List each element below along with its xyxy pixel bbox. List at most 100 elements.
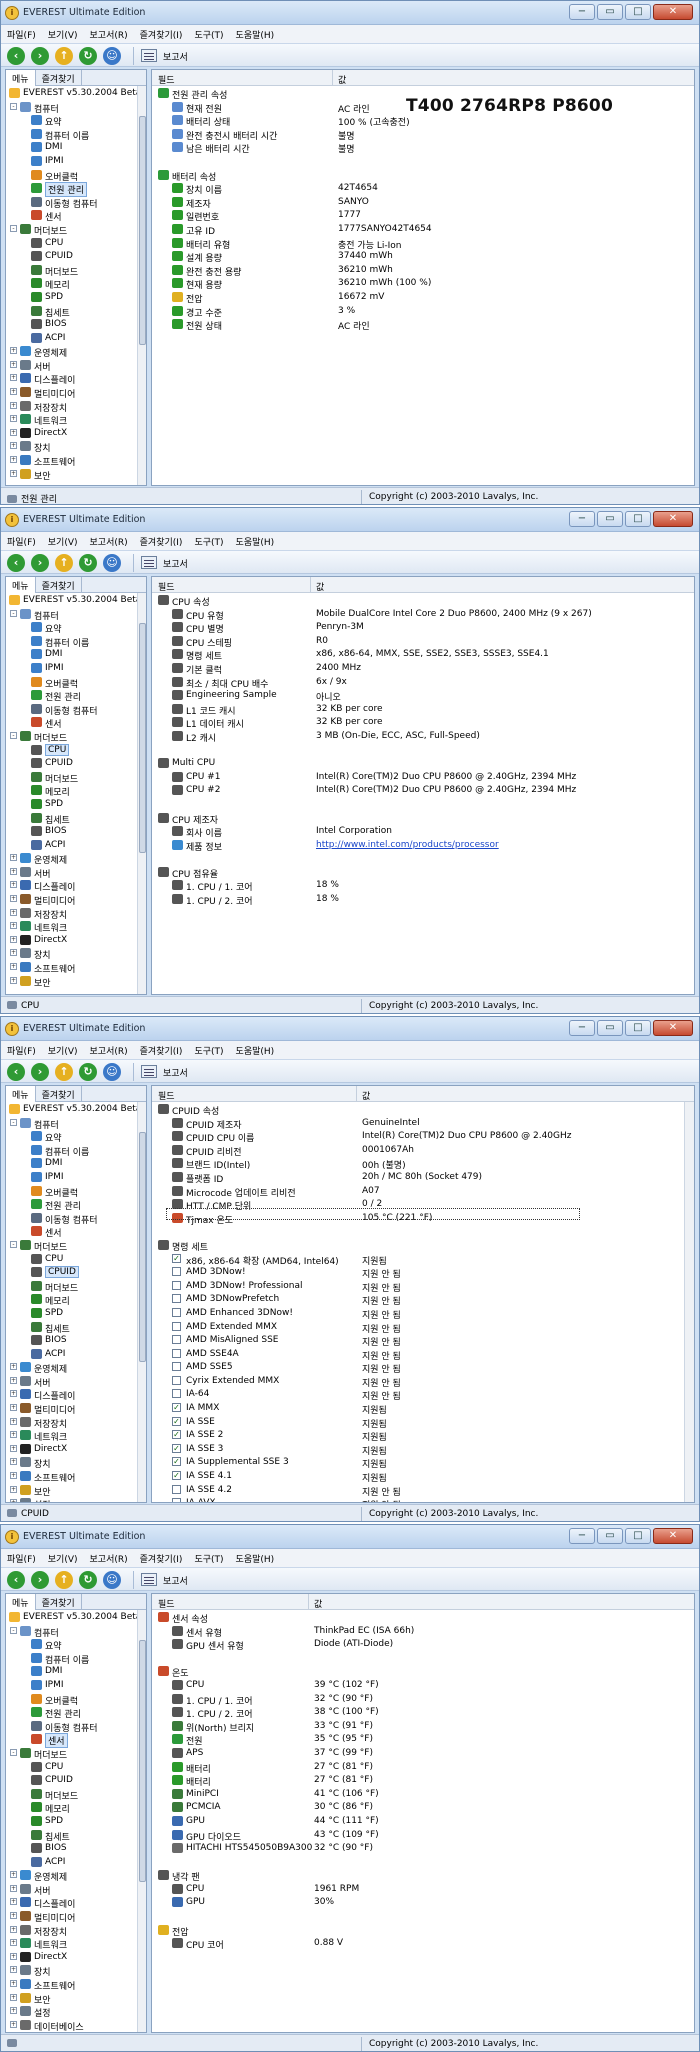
tree-item[interactable]: 칩세트 <box>6 1828 146 1843</box>
property-row[interactable]: 최소 / 최대 CPU 배수 6x / 9x <box>152 675 694 690</box>
property-row[interactable]: 센서 유형 ThinkPad EC (ISA 66h) <box>152 1624 694 1639</box>
tree-item[interactable]: + 소프트웨어 <box>6 1977 146 1992</box>
property-row[interactable]: CPU 유형 Mobile DualCore Intel Core 2 Duo P… <box>152 607 694 622</box>
tree-item[interactable]: 메모리 <box>6 1292 146 1307</box>
forward-icon[interactable]: › <box>31 47 49 65</box>
tree-item[interactable]: 컴퓨터 이름 <box>6 1143 146 1158</box>
tree-scrollbar-thumb[interactable] <box>139 1132 146 1362</box>
tree-item[interactable]: CPU <box>6 1760 146 1774</box>
collapse-icon[interactable]: - <box>10 1626 17 1634</box>
property-row[interactable]: 배터리 27 °C (81 °F) <box>152 1773 694 1788</box>
property-row[interactable]: Cyrix Extended MMX 지원 안 됨 <box>152 1374 694 1389</box>
tree-item[interactable]: - 머더보드 <box>6 729 146 744</box>
section-header[interactable]: CPU 속성 <box>152 593 694 608</box>
tree-item[interactable]: - 컴퓨터 <box>6 1116 146 1131</box>
section-header[interactable]: 센서 속성 <box>152 1610 694 1625</box>
tree-item[interactable]: BIOS <box>6 1841 146 1855</box>
expand-icon[interactable]: + <box>10 963 17 971</box>
property-row[interactable]: AMD SSE5 지원 안 됨 <box>152 1360 694 1375</box>
property-row[interactable]: CPU #1 Intel(R) Core(TM)2 Duo CPU P8600 @… <box>152 770 694 784</box>
property-row[interactable]: ✓ x86, x86-64 확장 (AMD64, Intel64) 지원됨 <box>152 1252 694 1267</box>
expand-icon[interactable]: + <box>10 1499 17 1502</box>
expand-icon[interactable]: + <box>10 469 17 477</box>
menu-item[interactable]: 파일(F) <box>1 1041 42 1059</box>
up-icon[interactable]: ↑ <box>55 47 73 65</box>
column-divider[interactable] <box>308 1594 309 1610</box>
property-row[interactable]: IA SSE 4.2 지원 안 됨 <box>152 1483 694 1498</box>
property-row[interactable]: GPU 30% <box>152 1895 694 1909</box>
expand-icon[interactable]: + <box>10 1952 17 1960</box>
tree-item[interactable]: + 저장장치 <box>6 1923 146 1938</box>
property-row[interactable]: ✓ IA SSE 3 지원됨 <box>152 1442 694 1457</box>
tree-item[interactable]: + 보안 <box>6 467 146 482</box>
maximize-icon[interactable]: □ <box>625 1528 651 1544</box>
tree-item[interactable]: EVEREST v5.30.2004 Beta <box>6 593 146 607</box>
property-row[interactable]: CPU 스테핑 R0 <box>152 634 694 649</box>
property-row[interactable]: 1. CPU / 2. 코어 18 % <box>152 892 694 907</box>
property-row[interactable]: 기본 클럭 2400 MHz <box>152 661 694 676</box>
tree-item[interactable]: SPD <box>6 290 146 304</box>
tab-menu[interactable]: 메뉴 <box>6 1086 36 1102</box>
property-row[interactable]: 현재 용량 36210 mWh (100 %) <box>152 276 694 291</box>
tree-scrollbar[interactable] <box>137 593 146 994</box>
column-header-field[interactable]: 필드 <box>158 73 175 86</box>
tree-scrollbar-thumb[interactable] <box>139 623 146 854</box>
expand-icon[interactable]: + <box>10 1485 17 1493</box>
menu-item[interactable]: 파일(F) <box>1 532 42 550</box>
tab-menu[interactable]: 메뉴 <box>6 70 36 86</box>
tree-item[interactable]: 이동형 컴퓨터 <box>6 1719 146 1734</box>
menu-item[interactable]: 보기(V) <box>42 532 84 550</box>
up-icon[interactable]: ↑ <box>55 1571 73 1589</box>
column-divider[interactable] <box>310 577 311 593</box>
property-row[interactable]: CPU #2 Intel(R) Core(TM)2 Duo CPU P8600 @… <box>152 783 694 797</box>
property-row[interactable]: CPU 1961 RPM <box>152 1882 694 1896</box>
tree-item[interactable]: + 디스플레이 <box>6 371 146 386</box>
tree-item[interactable]: + 보안 <box>6 1991 146 2006</box>
expand-icon[interactable]: + <box>10 456 17 464</box>
tree-item[interactable]: DMI <box>6 1156 146 1170</box>
expand-icon[interactable]: + <box>10 1912 17 1920</box>
tab-menu[interactable]: 메뉴 <box>6 1594 36 1610</box>
property-row[interactable]: 배터리 유형 충전 가능 Li-Ion <box>152 236 694 251</box>
expand-icon[interactable]: + <box>10 415 17 423</box>
property-row[interactable]: 위(North) 브리지 33 °C (91 °F) <box>152 1719 694 1734</box>
expand-icon[interactable]: + <box>10 1472 17 1480</box>
section-header[interactable]: Multi CPU <box>152 756 694 770</box>
property-row[interactable]: 명령 세트 x86, x86-64, MMX, SSE, SSE2, SSE3, … <box>152 647 694 662</box>
property-row[interactable]: IA AVX 지원 안 됨 <box>152 1496 694 1502</box>
minimize-icon[interactable]: − <box>569 511 595 527</box>
property-row[interactable]: AMD Extended MMX 지원 안 됨 <box>152 1320 694 1335</box>
tree-item[interactable]: 컴퓨터 이름 <box>6 634 146 649</box>
tree-item[interactable]: + 서버 <box>6 1882 146 1897</box>
menu-item[interactable]: 파일(F) <box>1 25 42 43</box>
tree-item[interactable]: BIOS <box>6 1333 146 1347</box>
expand-icon[interactable]: + <box>10 949 17 957</box>
tree-item[interactable]: + 멀티미디어 <box>6 385 146 400</box>
tab-favorites[interactable]: 즐겨찾기 <box>36 1594 82 1609</box>
tree-item[interactable]: + 저장장치 <box>6 1415 146 1430</box>
tree-item[interactable]: 머더보드 <box>6 1787 146 1802</box>
menu-item[interactable]: 도구(T) <box>188 532 229 550</box>
property-row[interactable]: Microcode 업데이트 리비전 A07 <box>152 1184 694 1199</box>
expand-icon[interactable]: + <box>10 388 17 396</box>
section-header[interactable]: 전압 <box>152 1923 694 1938</box>
tree-item[interactable]: IPMI <box>6 1678 146 1692</box>
collapse-icon[interactable]: - <box>10 1748 17 1756</box>
expand-icon[interactable]: + <box>10 922 17 930</box>
tree-item[interactable]: 이동형 컴퓨터 <box>6 1211 146 1226</box>
report-icon[interactable] <box>141 49 157 62</box>
property-row[interactable]: CPUID CPU 이름 Intel(R) Core(TM)2 Duo CPU P… <box>152 1129 694 1144</box>
section-header[interactable]: 명령 세트 <box>152 1238 694 1253</box>
tree-item[interactable]: + 멀티미디어 <box>6 892 146 907</box>
expand-icon[interactable]: + <box>10 2020 17 2028</box>
property-row[interactable]: GPU 다이오드 43 °C (109 °F) <box>152 1828 694 1843</box>
property-row[interactable]: IA-64 지원 안 됨 <box>152 1387 694 1402</box>
tree-item[interactable]: SPD <box>6 797 146 811</box>
tree-item[interactable]: - 머더보드 <box>6 1238 146 1253</box>
tree-item[interactable]: + 장치 <box>6 946 146 961</box>
tree-item[interactable]: + 운영체제 <box>6 1868 146 1883</box>
tree-item[interactable]: ACPI <box>6 331 146 345</box>
tree-item[interactable]: + 서버 <box>6 1374 146 1389</box>
menu-item[interactable]: 보기(V) <box>42 25 84 43</box>
restore-icon[interactable]: ▭ <box>597 1528 623 1544</box>
